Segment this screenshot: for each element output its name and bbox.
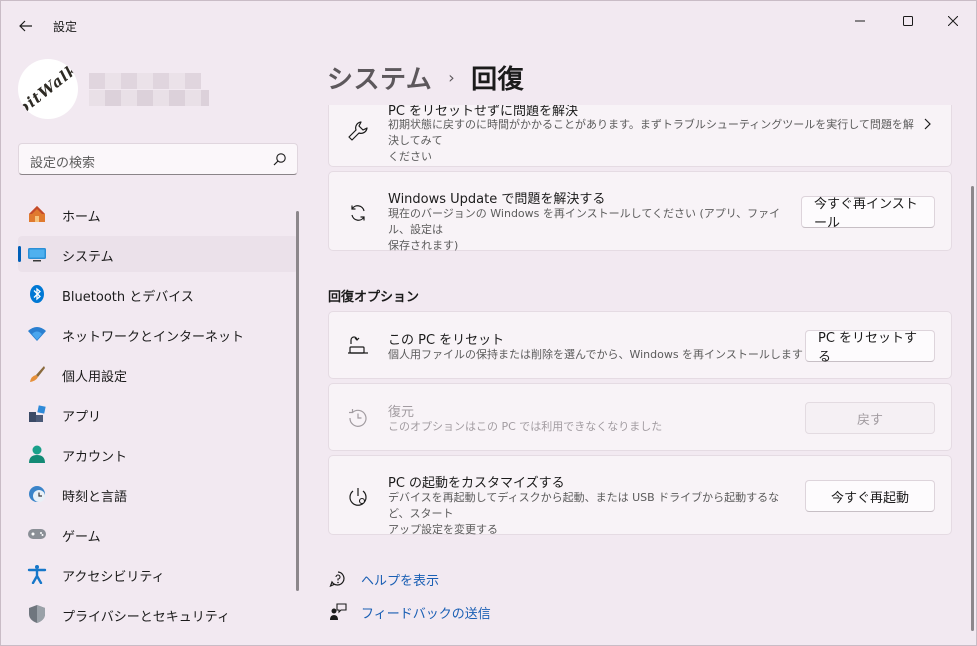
sidebar-item-label: プライバシーとセキュリティ [62,610,230,625]
troubleshoot-card[interactable]: PC をリセットせずに問題を解決 初期状態に戻すのに時間がかかることがあります。… [328,105,952,167]
wifi-icon [27,324,47,344]
go-back-card: 復元 このオプションはこの PC では利用できなくなりました 戻す [328,383,952,451]
back-button[interactable] [13,13,39,39]
sidebar-scrollbar[interactable] [296,211,299,591]
sidebar-item-label: ホーム [62,210,101,225]
card-description-line: 初期状態に戻すのに時間がかかることがあります。まずトラブルシューティングツールを… [388,118,914,147]
sidebar-item-personalization[interactable]: 個人用設定 [18,356,298,392]
sidebar-item-time-language[interactable]: 時刻と言語 [18,476,298,512]
bluetooth-icon [27,284,47,304]
title-bar: 設定 [1,1,976,41]
sidebar-item-bluetooth[interactable]: Bluetooth とデバイス [18,276,298,312]
main-content: PC をリセットせずに問題を解決 初期状態に戻すのに時間がかかることがあります。… [327,105,954,645]
sidebar-item-label: Bluetooth とデバイス [62,290,194,305]
home-icon [27,204,47,224]
sidebar-item-label: 時刻と言語 [62,490,128,505]
sidebar-item-label: ネットワークとインターネット [62,330,245,345]
sidebar-item-label: アカウント [62,450,128,465]
card-description: このオプションはこの PC では利用できなくなりました [388,420,663,433]
breadcrumb-parent[interactable]: システム [327,59,432,96]
breadcrumb-separator: › [448,68,456,87]
account-icon [27,444,47,464]
card-description-line: ください [388,150,432,163]
card-description-line: デバイスを再起動してディスクから起動、または USB ドライブから起動するなど、… [388,491,780,520]
blurred-user-email [89,90,209,106]
avatar[interactable]: bitWalk [18,59,78,119]
settings-window: 設定 bitWalk 設定の検索 ホーム システム Bluetooth とデバイ… [0,0,977,646]
history-icon [347,407,369,429]
sidebar-item-label: アクセシビリティ [62,570,165,585]
reset-pc-icon [347,335,369,357]
card-description: 現在のバージョンの Windows を再インストールしてください (アプリ、ファ… [388,206,788,254]
page-title: 回復 [471,65,525,95]
sidebar-item-apps[interactable]: アプリ [18,396,298,432]
sidebar-item-label: 個人用設定 [62,370,128,385]
sidebar-item-gaming[interactable]: ゲーム [18,516,298,552]
sidebar-item-system[interactable]: システム [18,236,298,272]
card-description: デバイスを再起動してディスクから起動、または USB ドライブから起動するなど、… [388,490,788,538]
card-title: Windows Update で問題を解決する [388,192,606,207]
system-icon [27,244,47,264]
chevron-right-icon [924,118,931,130]
maximize-button[interactable] [885,7,931,35]
help-icon [328,569,348,589]
app-title: 設定 [53,20,78,34]
sidebar-item-label: システム [62,250,114,265]
sidebar-nav: ホーム システム Bluetooth とデバイス ネットワークとインターネット … [18,196,298,636]
go-back-button: 戻す [805,402,935,434]
sidebar-item-home[interactable]: ホーム [18,196,298,232]
restart-now-button[interactable]: 今すぐ再起動 [805,480,935,512]
minimize-icon [855,20,865,22]
apps-icon [27,404,47,424]
reset-pc-card: この PC をリセット 個人用ファイルの保持または削除を選んでから、Window… [328,311,952,379]
card-title: 復元 [388,405,415,420]
main-scrollbar[interactable] [971,186,974,631]
minimize-button[interactable] [837,7,883,35]
sidebar-item-accessibility[interactable]: アクセシビリティ [18,556,298,592]
advanced-startup-icon [347,486,369,508]
recovery-options-heading: 回復オプション [328,290,420,305]
card-title: この PC をリセット [388,333,505,348]
breadcrumb: システム › 回復 [327,59,524,96]
blurred-user-name [89,73,201,89]
card-description: 個人用ファイルの保持または削除を選んでから、Windows を再インストールしま… [388,348,803,361]
time-language-icon [27,484,47,504]
sidebar-item-accounts[interactable]: アカウント [18,436,298,472]
search-placeholder: 設定の検索 [30,156,96,171]
advanced-startup-card: PC の起動をカスタマイズする デバイスを再起動してディスクから起動、または U… [328,455,952,538]
card-description-line: 保存されます) [388,239,459,252]
card-description: 初期状態に戻すのに時間がかかることがあります。まずトラブルシューティングツールを… [388,117,918,165]
feedback-icon [328,602,348,622]
get-help-link[interactable]: ヘルプを表示 [361,570,439,589]
windows-update-fix-card: Windows Update で問題を解決する 現在のバージョンの Window… [328,171,952,254]
sync-icon [347,202,369,224]
back-arrow-icon [19,20,32,32]
card-description-line: 現在のバージョンの Windows を再インストールしてください (アプリ、ファ… [388,207,781,236]
gamepad-icon [27,524,47,544]
shield-icon [27,604,47,624]
search-input[interactable]: 設定の検索 [18,143,298,175]
close-button[interactable] [930,7,976,35]
reset-pc-button[interactable]: PC をリセットする [805,330,935,365]
sidebar-item-label: アプリ [62,410,102,425]
close-icon [948,16,958,26]
sidebar-item-privacy[interactable]: プライバシーとセキュリティ [18,596,298,632]
accessibility-icon [27,564,47,584]
wrench-icon [347,120,369,142]
sidebar-item-network[interactable]: ネットワークとインターネット [18,316,298,352]
card-description-line: アップ設定を変更する [388,523,498,536]
sidebar-item-label: ゲーム [62,530,101,545]
give-feedback-link[interactable]: フィードバックの送信 [361,603,491,622]
search-icon [273,153,286,166]
avatar-logo-text: bitWalk [18,59,78,119]
card-title: PC の起動をカスタマイズする [388,476,565,491]
reinstall-now-button[interactable]: 今すぐ再インストール [801,196,935,231]
maximize-icon [903,16,913,26]
brush-icon [27,364,47,384]
